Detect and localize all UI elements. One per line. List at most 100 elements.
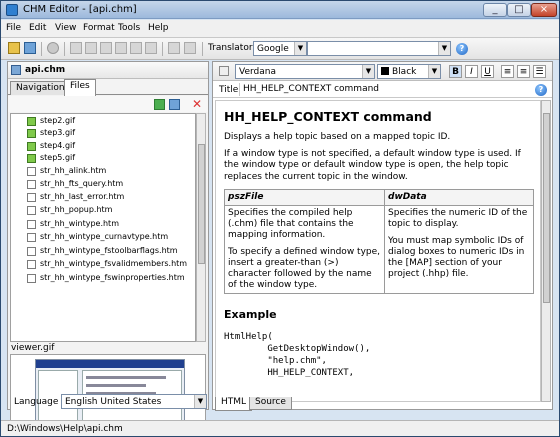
menu-view[interactable]: View (55, 23, 76, 33)
chevron-down-icon: ▼ (294, 42, 306, 55)
cut-icon[interactable] (100, 42, 112, 54)
htm-file-icon (27, 180, 36, 189)
add-file-icon[interactable] (154, 99, 165, 110)
link-icon[interactable] (168, 42, 180, 54)
save-file-icon[interactable] (169, 99, 180, 110)
table-header-pszfile: pszFile (224, 189, 385, 206)
delete-file-icon[interactable]: ✕ (192, 98, 202, 110)
gif-file-icon (27, 142, 36, 151)
left-panel-header: api.chm (8, 62, 208, 79)
menu-file[interactable]: File (6, 23, 21, 33)
color-select-value: Black (392, 67, 417, 77)
title-field[interactable]: HH_HELP_CONTEXT command (239, 83, 529, 96)
cell-text: To specify a defined window type, insert… (228, 247, 381, 290)
translator-text-select[interactable]: ▼ (307, 41, 451, 56)
htm-file-icon (27, 260, 36, 269)
paste-icon[interactable] (130, 42, 142, 54)
chm-file-icon (11, 65, 21, 75)
document: HH_HELP_CONTEXT command Displays a help … (224, 109, 534, 379)
paragraph-1: Displays a help topic based on a mapped … (224, 132, 451, 142)
left-panel: api.chm Navigation Files ✕ step2.gif ste… (7, 61, 209, 436)
compile-icon[interactable] (47, 42, 59, 54)
language-select[interactable]: English United States ▼ (61, 394, 207, 409)
gif-file-icon (27, 129, 36, 138)
italic-button[interactable]: I (465, 65, 478, 78)
example-heading: Example (224, 308, 277, 321)
align-center-icon[interactable]: ≡ (517, 65, 530, 78)
translator-label: Translator (208, 43, 253, 53)
align-left-icon[interactable]: ≡ (501, 65, 514, 78)
underline-button[interactable]: U (481, 65, 494, 78)
minimize-button[interactable]: _ (483, 3, 507, 17)
editor-panel: Verdana ▼ Black ▼ B I U ≡ ≡ ☰ Title HH_H… (212, 61, 553, 411)
menu-edit[interactable]: Edit (29, 23, 46, 33)
app-icon (6, 4, 18, 16)
close-button[interactable]: × (531, 3, 557, 17)
title-field-value: HH_HELP_CONTEXT command (243, 84, 380, 94)
unlink-icon[interactable] (184, 42, 196, 54)
save-icon[interactable] (24, 42, 36, 54)
list-item[interactable]: str_hh_popup.htm (13, 205, 193, 217)
code-block: HtmlHelp( GetDesktopWindow(), "help.chm"… (224, 332, 371, 378)
tab-source[interactable]: Source (249, 397, 292, 410)
list-item[interactable]: str_hh_wintype_fsvalidmembers.htm (13, 259, 193, 271)
parameter-table: pszFile dwData Specifies the compiled he… (224, 189, 534, 294)
language-select-value: English United States (65, 397, 162, 407)
chevron-down-icon: ▼ (362, 65, 374, 78)
list-item[interactable]: str_hh_fts_query.htm (13, 179, 193, 191)
html-editor[interactable]: HH_HELP_CONTEXT command Displays a help … (215, 100, 541, 402)
add-file-icon[interactable] (85, 42, 97, 54)
preview-label: viewer.gif (11, 343, 55, 353)
help-icon[interactable]: ? (535, 84, 547, 96)
list-item[interactable]: str_hh_wintype_curnavtype.htm (13, 232, 193, 244)
list-icon[interactable]: ☰ (533, 65, 546, 78)
chm-file-title: api.chm (25, 65, 66, 75)
tab-navigation[interactable]: Navigation (10, 81, 71, 95)
format-toolbar: Verdana ▼ Black ▼ B I U ≡ ≡ ☰ (213, 62, 552, 81)
color-swatch (381, 67, 389, 75)
language-label: Language (14, 397, 59, 407)
paragraph-2: If a window type is not specified, a def… (224, 148, 521, 182)
table-row: Specifies the compiled help (.chm) file … (224, 205, 534, 294)
tab-html[interactable]: HTML (215, 397, 253, 411)
scrollbar-thumb[interactable] (198, 144, 205, 264)
title-field-label: Title (219, 85, 239, 95)
menu-format[interactable]: Format (83, 23, 115, 33)
bold-button[interactable]: B (449, 65, 462, 78)
files-toolbar: ✕ (8, 96, 208, 112)
menu-help[interactable]: Help (148, 23, 169, 33)
file-list-scrollbar[interactable] (196, 113, 206, 342)
list-item[interactable]: str_hh_last_error.htm (13, 192, 193, 204)
new-topic-icon[interactable] (70, 42, 82, 54)
list-item[interactable]: str_hh_wintype_fstoolbarflags.htm (13, 246, 193, 258)
font-select[interactable]: Verdana ▼ (235, 64, 375, 79)
htm-file-icon (27, 233, 36, 242)
list-item[interactable]: str_hh_alink.htm (13, 166, 193, 178)
copy-icon[interactable] (115, 42, 127, 54)
list-item[interactable]: str_hh_wintype_fswinproperties.htm (13, 273, 193, 285)
maximize-button[interactable]: □ (507, 3, 531, 17)
editor-scrollbar[interactable] (541, 100, 551, 402)
cell-text: Specifies the numeric ID of the topic to… (388, 208, 528, 229)
help-icon[interactable]: ? (456, 43, 468, 55)
tab-files[interactable]: Files (64, 79, 96, 96)
color-select[interactable]: Black ▼ (377, 64, 441, 79)
menu-tools[interactable]: Tools (118, 23, 140, 33)
list-item[interactable]: step5.gif (13, 153, 193, 165)
status-path: D:\Windows\Help\api.chm (7, 424, 123, 434)
file-list: step2.gif step3.gif step4.gif step5.gif … (10, 113, 196, 342)
title-row: Title HH_HELP_CONTEXT command ? (213, 82, 552, 98)
table-cell: Specifies the numeric ID of the topic to… (384, 205, 534, 294)
list-item[interactable]: step3.gif (13, 128, 193, 140)
chevron-down-icon: ▼ (194, 395, 206, 408)
htm-file-icon (27, 274, 36, 283)
list-item[interactable]: step2.gif (13, 116, 193, 128)
translator-select[interactable]: Google ▼ (253, 41, 307, 56)
open-icon[interactable] (8, 42, 20, 54)
list-item[interactable]: str_hh_wintype.htm (13, 219, 193, 231)
scrollbar-thumb[interactable] (543, 113, 550, 303)
delete-icon[interactable] (145, 42, 157, 54)
list-item[interactable]: step4.gif (13, 141, 193, 153)
chevron-down-icon: ▼ (428, 65, 440, 78)
htm-file-icon (27, 193, 36, 202)
